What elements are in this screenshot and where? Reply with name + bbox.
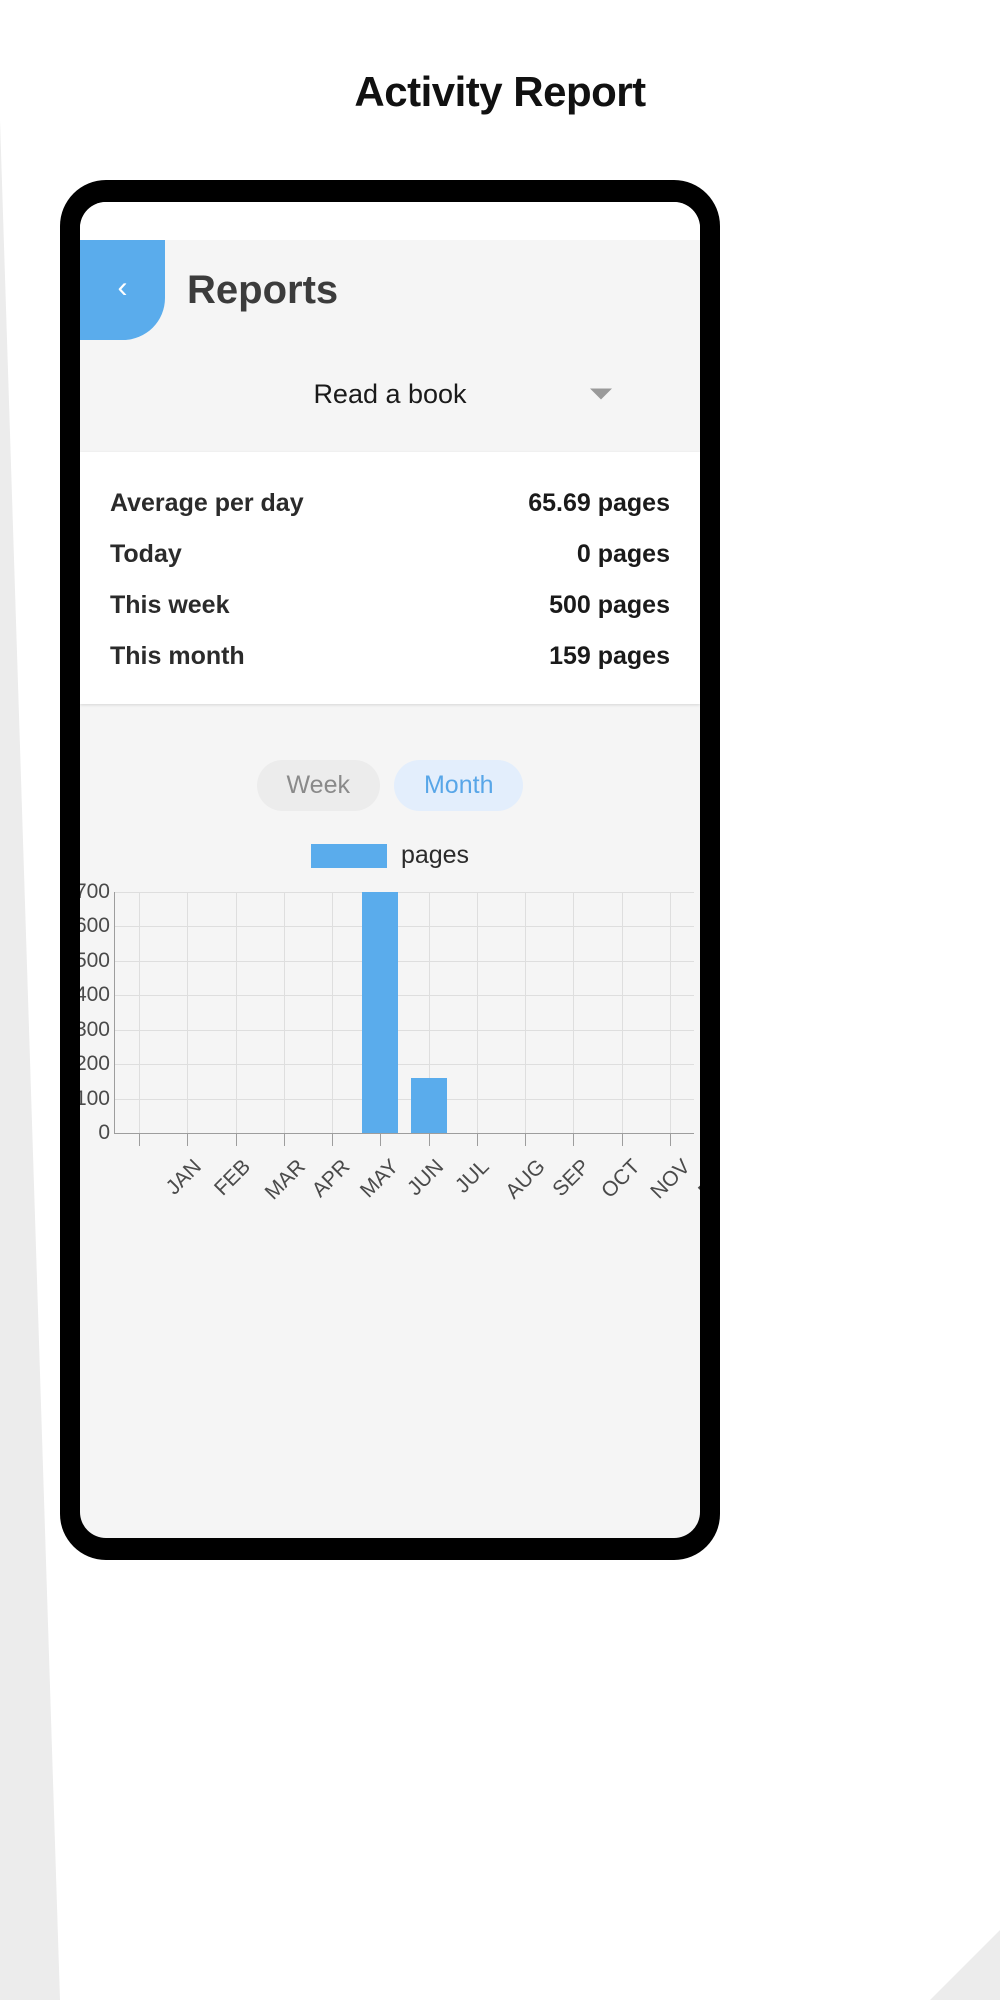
- chart-y-tick-label: 500: [80, 948, 110, 972]
- range-toggle: Week Month: [80, 760, 700, 811]
- chart-gridline-vertical: [476, 892, 478, 1133]
- chart-x-tick: [332, 1133, 334, 1146]
- legend-swatch-pages: [310, 843, 387, 868]
- chart-y-tick-label: 100: [80, 1086, 110, 1110]
- chart-gridline: [115, 1098, 694, 1100]
- chart-y-tick-label: 300: [80, 1017, 110, 1041]
- stat-label: Average per day: [110, 489, 304, 517]
- phone-frame: ‹ Reports Read a book Average per day 65…: [60, 180, 720, 1560]
- chart-x-tick: [428, 1133, 430, 1146]
- chart-gridline-vertical: [621, 892, 623, 1133]
- chart-x-tick-label: OCT: [597, 1155, 645, 1203]
- chart-x-tick-label: APR: [307, 1155, 355, 1202]
- stat-label: This month: [110, 642, 245, 670]
- chart-y-tick-label: 700: [80, 880, 110, 903]
- chart-y-tick-label: 0: [98, 1121, 110, 1144]
- chart-gridline: [115, 926, 694, 928]
- stat-row-average-per-day: Average per day 65.69 pages: [110, 478, 670, 529]
- chart-gridline: [115, 1029, 694, 1031]
- chart-plot-area: [114, 892, 694, 1146]
- app-title: Reports: [187, 267, 339, 312]
- chart-gridline-vertical: [525, 892, 527, 1133]
- stat-value: 500 pages: [549, 591, 670, 619]
- stat-value: 159 pages: [549, 642, 670, 670]
- chart-gridline-vertical: [573, 892, 575, 1133]
- activity-selector[interactable]: Read a book: [80, 340, 700, 448]
- chart-x-tick-label: MAR: [260, 1155, 310, 1205]
- chart-x-tick: [187, 1133, 189, 1146]
- chart-gridline: [115, 960, 694, 962]
- stat-value: 0 pages: [576, 540, 670, 568]
- chart-x-tick: [380, 1133, 382, 1146]
- stat-value: 65.69 pages: [528, 489, 670, 517]
- chart-x-tick: [235, 1133, 237, 1146]
- chart-x-tick: [573, 1133, 575, 1146]
- stat-row-this-month: This month 159 pages: [110, 631, 670, 682]
- chart-inner: 0 100 200 300 400 500 600 700 JAN FEB MAR APR MAY JUN…: [80, 880, 700, 1204]
- stat-row-this-week: This week 500 pages: [110, 580, 670, 631]
- chart-x-tick: [139, 1133, 141, 1146]
- chart-gridline: [115, 892, 694, 893]
- chevron-left-icon: ‹: [117, 271, 128, 304]
- activity-selector-value: Read a book: [313, 378, 467, 409]
- chart-bar[interactable]: [410, 1078, 447, 1133]
- chart-gridline-vertical: [139, 892, 141, 1133]
- chart-x-tick: [476, 1133, 478, 1146]
- chart-x-tick-label: NOV: [645, 1155, 695, 1204]
- chart-x-tick: [283, 1133, 285, 1146]
- chart-x-tick: [669, 1133, 671, 1146]
- chart-x-tick: [525, 1133, 527, 1146]
- chart-legend: pages: [80, 841, 700, 870]
- stat-label: Today: [110, 540, 182, 568]
- legend-label-pages: pages: [400, 841, 470, 869]
- chevron-down-icon[interactable]: [590, 388, 612, 400]
- chart-y-tick-label: 200: [80, 1052, 110, 1076]
- chart-x-tick-label: SEP: [548, 1155, 595, 1201]
- range-toggle-month[interactable]: Month: [393, 760, 524, 811]
- app-header: ‹ Reports: [80, 240, 700, 340]
- chart-gridline-vertical: [669, 892, 671, 1133]
- chart-gridline-vertical: [332, 892, 334, 1133]
- chart-gridline: [115, 995, 694, 997]
- chart-gridline-vertical: [283, 892, 285, 1133]
- chart-x-tick-label: JUL: [450, 1155, 494, 1198]
- chart-x-tick-label: DEC: [693, 1155, 700, 1203]
- chart-bar[interactable]: [362, 892, 399, 1133]
- stat-row-today: Today 0 pages: [110, 529, 670, 580]
- chart-gridline: [115, 1064, 694, 1066]
- chart-x-tick-label: JAN: [161, 1155, 207, 1200]
- chart-x-tick-label: FEB: [210, 1155, 256, 1201]
- chart-x-tick: [621, 1133, 623, 1146]
- status-bar: [80, 202, 700, 240]
- bar-chart: 0 100 200 300 400 500 600 700 JAN FEB MAR APR MAY JUN…: [80, 880, 700, 1204]
- chart-x-tick-label: AUG: [501, 1155, 550, 1204]
- chart-x-tick-label: MAY: [355, 1155, 404, 1203]
- chart-y-tick-label: 400: [80, 983, 110, 1007]
- stat-label: This week: [110, 591, 230, 619]
- range-toggle-week[interactable]: Week: [256, 760, 380, 811]
- back-button[interactable]: ‹: [80, 240, 165, 340]
- chart-y-tick-label: 600: [80, 914, 110, 938]
- page-title: Activity Report: [354, 68, 646, 115]
- chart-gridline-vertical: [235, 892, 237, 1133]
- chart-x-tick-label: JUN: [403, 1155, 449, 1201]
- phone-screen: ‹ Reports Read a book Average per day 65…: [80, 202, 700, 1538]
- chart-gridline-vertical: [187, 892, 189, 1133]
- stats-card: Average per day 65.69 pages Today 0 page…: [80, 452, 700, 704]
